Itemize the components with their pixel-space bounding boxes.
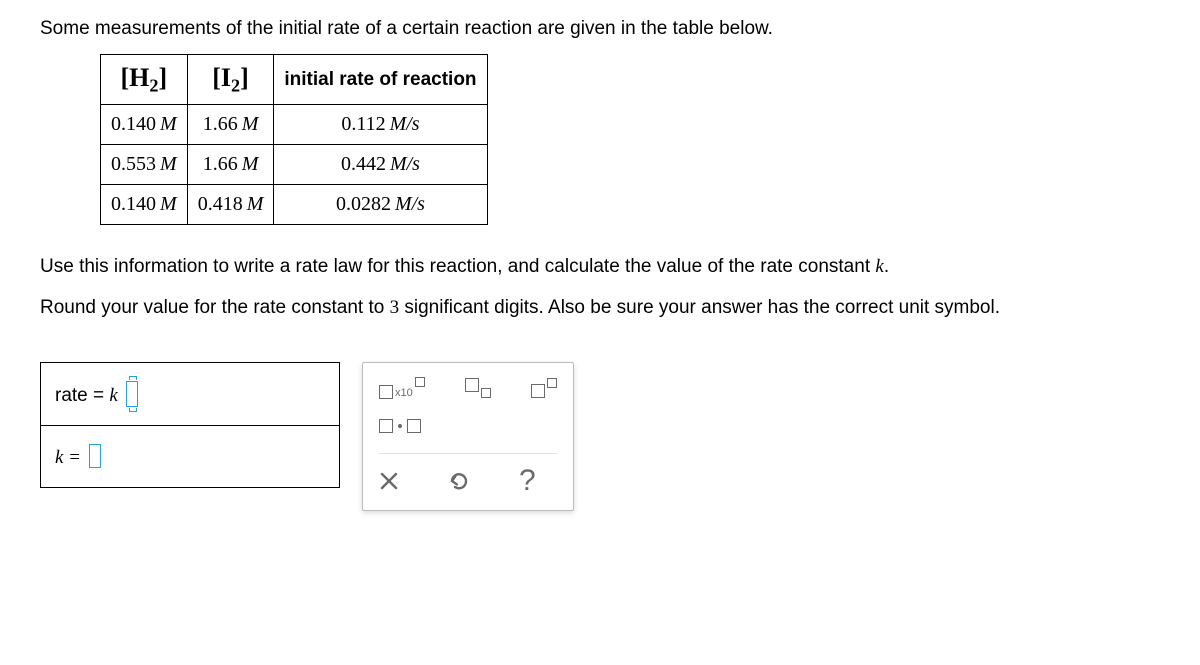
help-button[interactable]: ?	[519, 464, 536, 498]
data-table: [H2] [I2] initial rate of reaction 0.140…	[100, 54, 488, 225]
undo-button[interactable]	[447, 469, 471, 493]
table-row: 0.553 M 1.66 M 0.442 M/s	[101, 145, 488, 185]
answer-table: rate = k k =	[40, 362, 340, 488]
col-header-rate: initial rate of reaction	[274, 55, 487, 105]
symbol-palette: x10 ?	[362, 362, 574, 511]
subscript-button[interactable]	[465, 378, 491, 398]
col-header-i2: [I2]	[187, 55, 274, 105]
rate-label: rate =	[55, 385, 109, 406]
dot-button[interactable]	[379, 419, 421, 433]
k-input[interactable]	[89, 444, 101, 468]
k-symbol: k	[109, 385, 117, 406]
k-answer-cell: k =	[41, 426, 340, 488]
clear-button[interactable]	[379, 471, 399, 491]
table-header-row: [H2] [I2] initial rate of reaction	[101, 55, 488, 105]
superscript-button[interactable]	[531, 378, 557, 398]
intro-text: Some measurements of the initial rate of…	[40, 18, 1200, 40]
k-label: k =	[55, 447, 86, 468]
table-row: 0.140 M 0.418 M 0.0282 M/s	[101, 185, 488, 225]
rate-answer-cell: rate = k	[41, 363, 340, 426]
table-row: 0.140 M 1.66 M 0.112 M/s	[101, 105, 488, 145]
instruction-2: Round your value for the rate constant t…	[40, 294, 1200, 323]
col-header-h2: [H2]	[101, 55, 188, 105]
instruction-1: Use this information to write a rate law…	[40, 253, 1200, 282]
sci-notation-button[interactable]: x10	[379, 377, 425, 399]
rate-input[interactable]	[126, 381, 138, 407]
